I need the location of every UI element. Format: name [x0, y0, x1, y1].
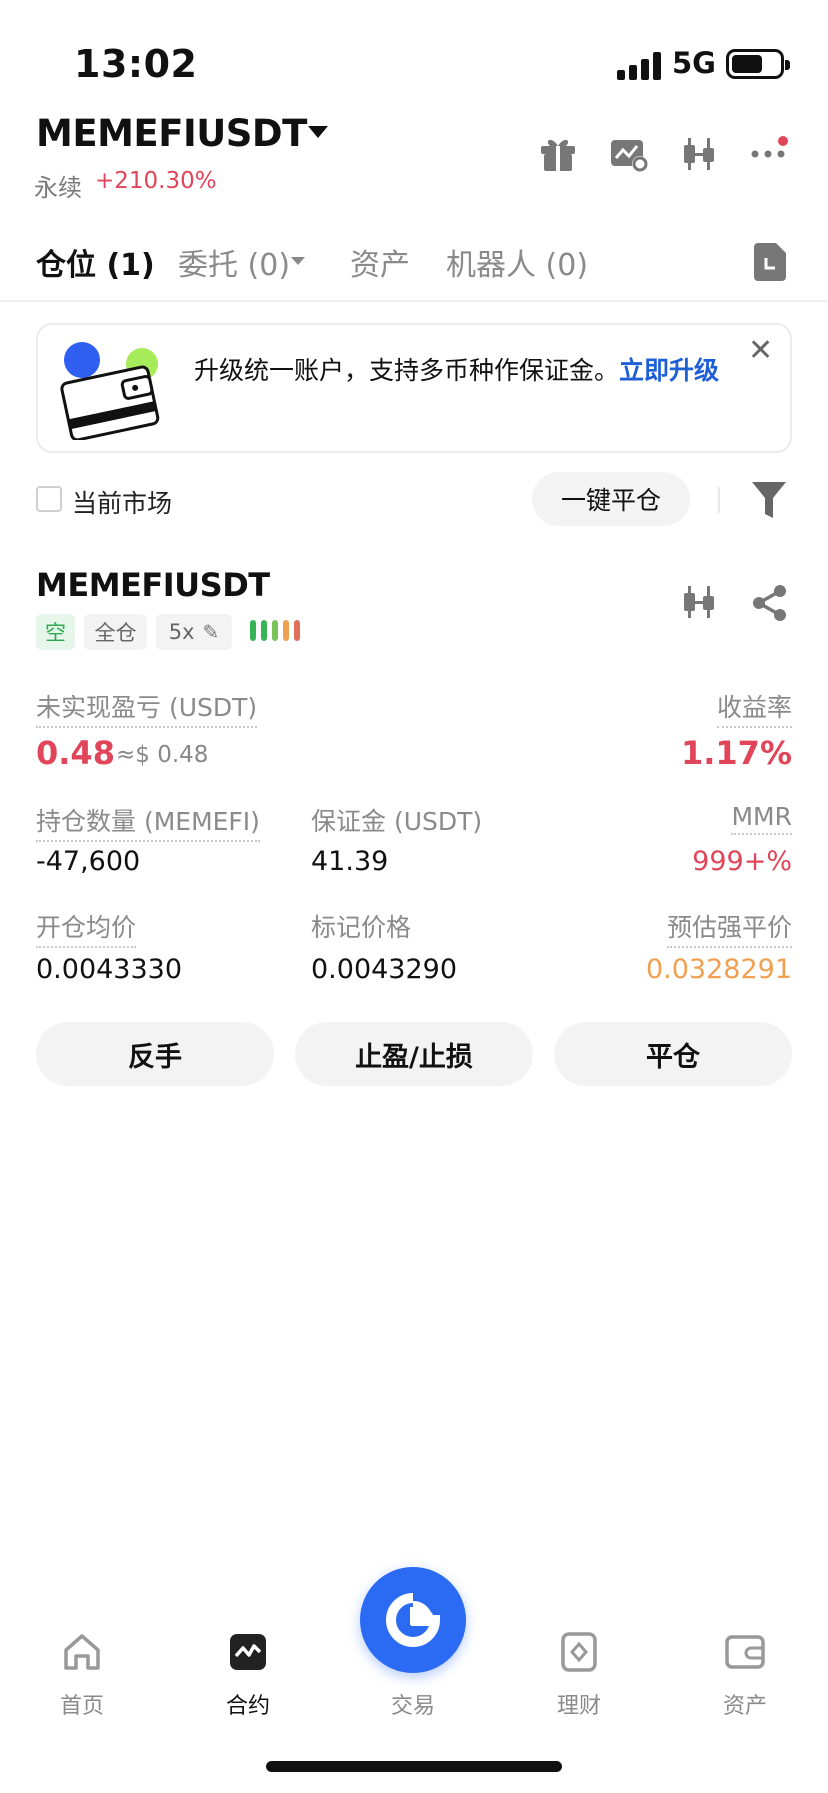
leverage-badge[interactable]: 5x ✎: [156, 614, 232, 650]
home-icon[interactable]: [60, 1630, 104, 1674]
mmr-label[interactable]: MMR: [731, 802, 792, 835]
unrealized-pnl-label[interactable]: 未实现盈亏 (USDT): [36, 688, 258, 728]
home-indicator: [266, 1761, 562, 1772]
price-change: +210.30%: [95, 168, 217, 194]
close-icon[interactable]: ✕: [748, 336, 773, 366]
history-doc-icon[interactable]: [754, 243, 786, 281]
unrealized-pnl-value: 0.48: [36, 734, 115, 772]
mark-price-value: 0.0043290: [311, 954, 458, 985]
futures-icon[interactable]: [226, 1630, 270, 1674]
leverage-value: 5x: [168, 620, 195, 644]
close-all-button[interactable]: 一键平仓: [532, 472, 690, 526]
margin-label: 保证金 (USDT): [311, 807, 483, 836]
tab-assets[interactable]: 资产: [350, 240, 410, 284]
margin-value[interactable]: 41.39: [311, 846, 388, 877]
notification-dot: [778, 136, 788, 146]
close-position-button[interactable]: 平仓: [554, 1022, 792, 1086]
status-time: 13:02: [74, 42, 198, 86]
trade-button[interactable]: [360, 1567, 466, 1673]
current-market-checkbox[interactable]: [36, 486, 62, 512]
reverse-button[interactable]: 反手: [36, 1022, 274, 1086]
side-badge: 空: [36, 614, 75, 650]
earn-icon[interactable]: [557, 1630, 601, 1674]
wallet-icon[interactable]: [723, 1630, 767, 1674]
entry-price-label[interactable]: 开仓均价: [36, 908, 137, 948]
trade-icon: [386, 1593, 441, 1647]
current-market-label[interactable]: 当前市场: [72, 484, 172, 520]
tab-positions[interactable]: 仓位 (1): [36, 240, 155, 284]
more-icon[interactable]: [750, 130, 790, 170]
position-size-label[interactable]: 持仓数量 (MEMEFI): [36, 802, 260, 842]
position-chart-icon[interactable]: [680, 582, 720, 622]
nav-trade[interactable]: 交易: [363, 1688, 463, 1720]
network-type: 5G: [672, 46, 716, 80]
share-icon[interactable]: [752, 584, 788, 622]
unrealized-pnl-usd: ≈$ 0.48: [116, 742, 209, 768]
pair-title[interactable]: MEMEFIUSDT: [36, 112, 307, 155]
edit-icon: ✎: [202, 620, 220, 644]
nav-futures[interactable]: 合约: [198, 1688, 298, 1720]
divider: [718, 487, 720, 513]
nav-assets[interactable]: 资产: [695, 1688, 795, 1720]
nav-home[interactable]: 首页: [32, 1688, 132, 1720]
nav-earn[interactable]: 理财: [529, 1688, 629, 1720]
liq-price-label[interactable]: 预估强平价: [666, 908, 792, 948]
tab-bots[interactable]: 机器人 (0): [446, 240, 588, 284]
position-symbol[interactable]: MEMEFIUSDT: [36, 566, 270, 604]
margin-mode-badge[interactable]: 全仓: [84, 614, 147, 650]
upgrade-now-link[interactable]: 立即升级: [619, 356, 719, 385]
tab-orders-dropdown-icon[interactable]: [291, 257, 305, 265]
mark-price-label: 标记价格: [311, 913, 412, 942]
risk-level-indicator: [250, 620, 300, 641]
tabs-divider: [0, 300, 828, 302]
battery-icon: [726, 49, 790, 79]
entry-price-value: 0.0043330: [36, 954, 183, 985]
contract-type: 永续: [34, 174, 82, 202]
position-size-value: -47,600: [36, 846, 141, 877]
chart-settings-icon[interactable]: [609, 134, 649, 174]
gift-icon[interactable]: [538, 134, 578, 174]
filter-icon[interactable]: [752, 482, 786, 518]
liq-price-value: 0.0328291: [645, 954, 792, 985]
candlestick-icon[interactable]: [680, 134, 720, 174]
banner-text: 升级统一账户，支持多币种作保证金。: [194, 356, 620, 385]
tab-orders[interactable]: 委托 (0): [178, 240, 290, 284]
signal-icon: [617, 50, 663, 80]
wallet-illustration-icon: [60, 342, 160, 440]
tp-sl-button[interactable]: 止盈/止损: [295, 1022, 533, 1086]
roe-label[interactable]: 收益率: [716, 688, 792, 728]
roe-value: 1.17%: [680, 734, 792, 772]
banner-message: 升级统一账户，支持多币种作保证金。立即升级: [194, 350, 734, 391]
pair-dropdown-icon[interactable]: [308, 126, 328, 138]
mmr-value: 999+%: [692, 846, 792, 877]
